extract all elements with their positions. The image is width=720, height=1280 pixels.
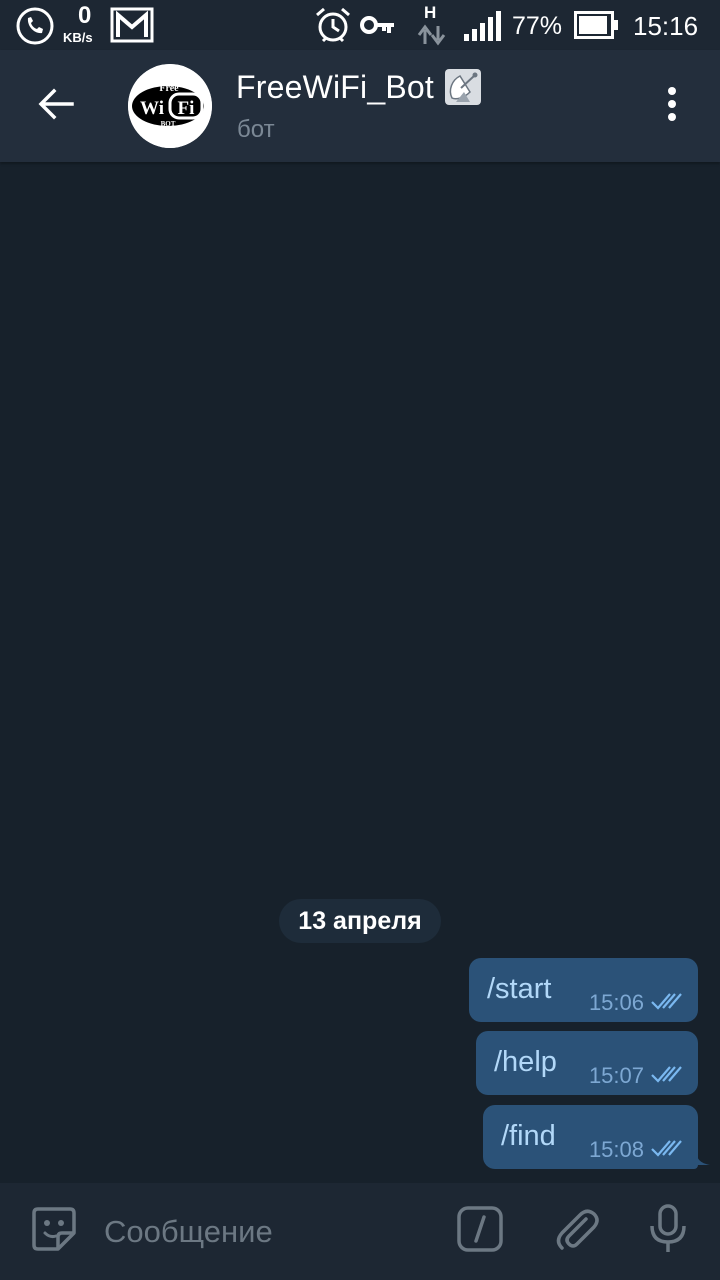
message-input[interactable] bbox=[104, 1207, 434, 1257]
more-options-button[interactable] bbox=[646, 76, 698, 136]
microphone-icon bbox=[648, 1204, 688, 1258]
date-separator: 13 апреля bbox=[279, 899, 441, 943]
chat-title-row[interactable]: FreeWiFi_Bot bbox=[236, 68, 482, 106]
bot-avatar[interactable]: Free Wi Fi BOT bbox=[128, 64, 212, 148]
message-meta: 15:08 bbox=[589, 1137, 684, 1163]
voice-message-button[interactable] bbox=[642, 1204, 694, 1258]
message-time: 15:06 bbox=[588, 990, 644, 1015]
net-speed-unit: KB/s bbox=[63, 30, 93, 45]
double-check-icon bbox=[650, 1138, 684, 1162]
double-check-icon bbox=[650, 1064, 684, 1088]
net-speed-value: 0 bbox=[78, 2, 92, 29]
battery-percent: 77% bbox=[512, 12, 563, 40]
message-input-bar bbox=[0, 1183, 720, 1280]
chat-subtitle: бот bbox=[237, 116, 275, 143]
more-vertical-icon bbox=[666, 86, 678, 126]
attach-icon bbox=[552, 1205, 600, 1257]
message-time: 15:07 bbox=[588, 1063, 644, 1088]
chat-header: Free Wi Fi BOT FreeWiFi_Bot бот bbox=[0, 50, 720, 162]
signal-icon bbox=[463, 10, 503, 42]
message-meta: 15:07 bbox=[589, 1063, 684, 1089]
sticker-icon bbox=[30, 1205, 78, 1257]
status-time: 15:16 bbox=[633, 11, 699, 41]
bot-command-icon bbox=[456, 1205, 504, 1257]
logo-text-free: Free bbox=[159, 83, 179, 94]
back-button[interactable] bbox=[26, 76, 86, 136]
phone-call-icon bbox=[14, 6, 56, 46]
status-bar: 0 KB/s H 77% 15:16 bbox=[0, 0, 720, 50]
freewifi-logo: Free Wi Fi BOT bbox=[128, 64, 212, 148]
mail-icon bbox=[110, 7, 154, 43]
message-bubble[interactable]: /start 15:06 bbox=[469, 958, 698, 1022]
message-time: 15:08 bbox=[588, 1137, 644, 1162]
logo-text-fi: Fi bbox=[178, 98, 195, 119]
logo-text-bot: BOT bbox=[161, 120, 176, 128]
message-meta: 15:06 bbox=[589, 990, 684, 1016]
sticker-button[interactable] bbox=[28, 1205, 80, 1257]
data-arrows-icon bbox=[416, 24, 448, 46]
double-check-icon bbox=[650, 991, 684, 1015]
attach-button[interactable] bbox=[550, 1205, 602, 1257]
logo-text-wi: Wi bbox=[140, 98, 164, 119]
message-text: /start bbox=[487, 973, 552, 1005]
vpn-key-icon bbox=[360, 12, 396, 38]
message-bubble[interactable]: /help 15:07 bbox=[476, 1031, 698, 1095]
battery-icon bbox=[574, 11, 618, 39]
telegram-chat-screen: 0 KB/s H 77% 15:16 Free Wi Fi BOT FreeWi… bbox=[0, 0, 720, 1280]
chat-title: FreeWiFi_Bot bbox=[236, 68, 434, 105]
message-text: /find bbox=[501, 1120, 556, 1152]
back-arrow-icon bbox=[38, 88, 74, 124]
alarm-icon bbox=[313, 5, 353, 45]
bubble-tail bbox=[696, 1149, 710, 1169]
message-text: /help bbox=[494, 1046, 557, 1078]
satellite-dish-icon bbox=[444, 68, 482, 106]
network-type: H bbox=[424, 3, 437, 22]
message-bubble[interactable]: /find 15:08 bbox=[483, 1105, 710, 1169]
bot-command-button[interactable] bbox=[454, 1205, 506, 1257]
